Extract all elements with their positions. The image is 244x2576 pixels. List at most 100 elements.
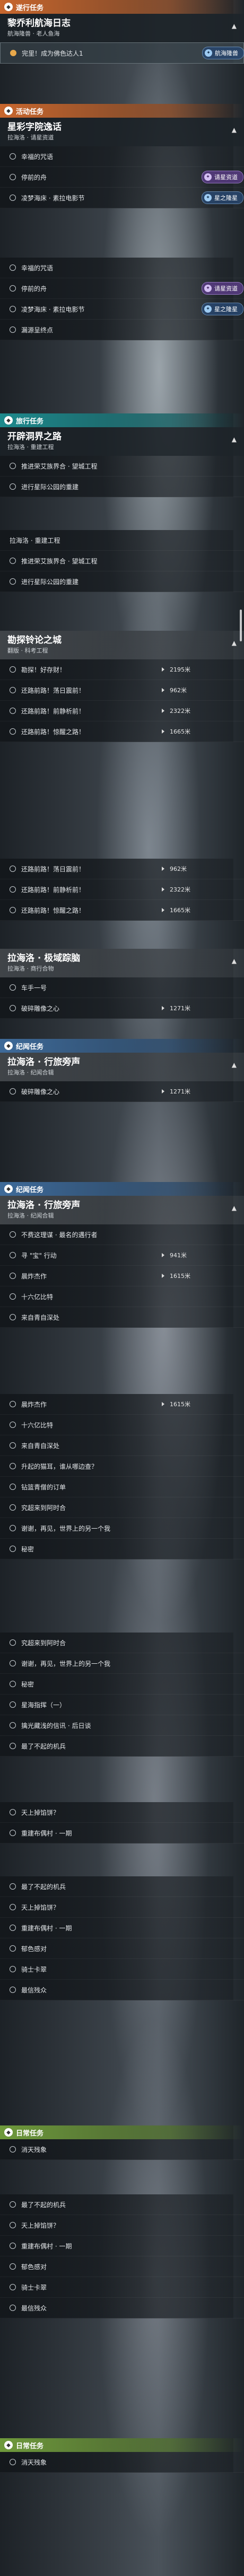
- objective-row[interactable]: 究超来到阿时合: [0, 1497, 244, 1518]
- objective-row[interactable]: 凌梦海床 · 素拉电影节 ✦ 星之隆星: [0, 188, 244, 208]
- objective-row[interactable]: 骑士卡翠: [0, 2277, 244, 2298]
- chevron-icon[interactable]: ▲: [232, 957, 237, 965]
- section-header-record[interactable]: ◆ 纪闻任务: [0, 1182, 244, 1196]
- region-tag[interactable]: ✦ 请星资道: [202, 171, 243, 183]
- chevron-icon[interactable]: ▲: [232, 22, 237, 30]
- objective-row[interactable]: 重建布偶村 · 一期: [0, 2236, 244, 2256]
- objective-row[interactable]: 还路前路！惊醒之路！ 1665米: [0, 721, 244, 742]
- objective-row[interactable]: 消天残象: [0, 2139, 244, 2160]
- objective-row[interactable]: 凌梦海床 · 素拉电影节 ✦ 星之隆星: [0, 299, 244, 320]
- quest-title-voyage_a[interactable]: 拉海洛 · 行旅旁声 拉海洛 · 纪闻合辑 ▲: [0, 1053, 244, 1081]
- objective-row[interactable]: 星海指挥（一）: [0, 1695, 244, 1715]
- section-header-daily[interactable]: ◆ 日常任务: [0, 2438, 244, 2452]
- region-tag-label: 星之隆星: [214, 195, 238, 201]
- objective-row[interactable]: 究超来到阿时合: [0, 1633, 244, 1653]
- objective-row[interactable]: 最了不起的机兵: [0, 1736, 244, 1757]
- quest-panel: ◆ 纪闻任务 拉海洛 · 行旅旁声 拉海洛 · 纪闻合辑 ▲ 破碎雕像之心 12…: [0, 1039, 244, 1102]
- section-header-daily[interactable]: ◆ 日常任务: [0, 2125, 244, 2139]
- chevron-icon[interactable]: ▲: [232, 1061, 237, 1069]
- objective-label: 车手一号: [21, 984, 47, 992]
- section-header-record[interactable]: ◆ 纪闻任务: [0, 1039, 244, 1053]
- objective-row[interactable]: 还路前路！前静析前！ 2322米: [0, 879, 244, 900]
- region-tag[interactable]: ✦ 星之隆星: [202, 191, 243, 204]
- objective-row[interactable]: 十六亿比特: [0, 1286, 244, 1307]
- section-header-activity[interactable]: ◆ 活动任务: [0, 104, 244, 118]
- chevron-icon[interactable]: ▲: [232, 436, 237, 443]
- objective-row[interactable]: 幸福的咒语: [0, 146, 244, 167]
- objective-status-icon: [10, 1401, 16, 1407]
- objective-row[interactable]: 天上掉馅饼？: [0, 2215, 244, 2236]
- objective-row[interactable]: 漏源呈终点: [0, 320, 244, 340]
- objective-row[interactable]: 最信残众: [0, 2298, 244, 2318]
- quest-title-open_world_a[interactable]: 开辟洞界之路 拉海洛 · 重建工程 ▲: [0, 427, 244, 456]
- objective-row[interactable]: 消天残象: [0, 2452, 244, 2473]
- quest-title-voyage_b[interactable]: 拉海洛 · 行旅旁声 拉海洛 · 纪闻合辑 ▲: [0, 1196, 244, 1224]
- objective-row[interactable]: 谢谢，再见，世界上的另一个我: [0, 1518, 244, 1539]
- quest-title-caravan[interactable]: 拉海洛 · 极域踪脑 拉海洛 · 商行合物 ▲: [0, 949, 244, 977]
- region-tag-label: 请星资道: [214, 174, 238, 181]
- objective-row[interactable]: 郁色感对: [0, 1938, 244, 1959]
- objective-row[interactable]: 还路前路！惊醒之路！ 1665米: [0, 900, 244, 921]
- objective-row[interactable]: 郁色感对: [0, 2256, 244, 2277]
- objective-row[interactable]: 车手一号: [0, 977, 244, 998]
- objective-row[interactable]: 进行星际公园的重建: [0, 477, 244, 497]
- objective-status-icon: [10, 1809, 16, 1815]
- objective-row[interactable]: 进行星际公园的重建: [0, 571, 244, 592]
- chevron-icon[interactable]: ▲: [232, 1204, 237, 1212]
- objective-label: 还路前路！前静析前！: [21, 886, 85, 894]
- quest-title-star_fest[interactable]: 星彩字院逸话 拉海洛 · 请星资道 ▲: [0, 118, 244, 146]
- section-header-travel[interactable]: ◆ 旅行任务: [0, 413, 244, 427]
- objective-row[interactable]: 晨炸杰作 1615米: [0, 1394, 244, 1415]
- objective-row[interactable]: 推进荣艾族界合 · 望城工程: [0, 551, 244, 571]
- quest-panel: 最了不起的机兵 天上掉馅饼？ 重建布偶村 · 一期 郁色感对 骑士卡翠 最信残众: [0, 2194, 244, 2318]
- objective-row[interactable]: 推进荣艾族界合 · 望城工程: [0, 456, 244, 477]
- objective-row[interactable]: 停前的舟 ✦ 请星资道: [0, 278, 244, 299]
- objective-row[interactable]: 破碎雕像之心 1271米: [0, 1081, 244, 1102]
- objective-row[interactable]: 还路前路！前静析前！ 2322米: [0, 701, 244, 721]
- objective-row[interactable]: 秘密: [0, 1539, 244, 1559]
- objective-row[interactable]: 重建布偶村 · 一期: [0, 1823, 244, 1843]
- objective-row[interactable]: 来自青自深处: [0, 1307, 244, 1328]
- objective-label: 升起的猫耳，谁从哪边查？: [21, 1462, 98, 1470]
- region-tag[interactable]: ✦ 请星资道: [202, 282, 243, 295]
- chevron-icon[interactable]: ▲: [232, 126, 237, 134]
- objective-row[interactable]: 骑士卡翠: [0, 1959, 244, 1980]
- quest-title-lighthouse[interactable]: 黎乔利航海日志 航海隆兽 · 老人鱼海 ▲: [0, 14, 244, 42]
- objective-row[interactable]: 擒光藏浅的信讯 · 后日谈: [0, 1715, 244, 1736]
- objective-row[interactable]: 破碎雕像之心 1271米: [0, 998, 244, 1019]
- objective-row[interactable]: 升起的猫耳，谁从哪边查？: [0, 1456, 244, 1477]
- chevron-icon[interactable]: ▲: [232, 639, 237, 647]
- objective-label: 擒光藏浅的信讯 · 后日谈: [21, 1722, 91, 1730]
- objective-row[interactable]: 秘密: [0, 1674, 244, 1695]
- objective-row[interactable]: 寻 "宝" 行动 941米: [0, 1245, 244, 1266]
- objective-row[interactable]: 钻篮青僧的订单: [0, 1477, 244, 1497]
- region-tag[interactable]: ✦ 星之隆星: [202, 303, 243, 315]
- objective-row[interactable]: 来自青自深处: [0, 1435, 244, 1456]
- objective-row[interactable]: 停前的舟 ✦ 请星资道: [0, 167, 244, 188]
- objective-row[interactable]: 还路前路！荡日震前！ 962米: [0, 859, 244, 879]
- region-tag[interactable]: ✦ 航海隆兽: [202, 47, 244, 59]
- objective-row[interactable]: 完里！成为佛色达人1 ✦ 航海隆兽: [0, 42, 244, 64]
- objective-row[interactable]: 最了不起的机兵: [0, 2194, 244, 2215]
- objective-distance: 2322米: [170, 708, 190, 714]
- objective-label: 停前的舟: [21, 285, 47, 293]
- objective-row[interactable]: 勘探！好存财！ 2195米: [0, 659, 244, 680]
- objective-row[interactable]: 最信残众: [0, 1980, 244, 2000]
- objective-row[interactable]: 最了不起的机兵: [0, 1876, 244, 1897]
- objective-status-icon: [10, 1883, 16, 1890]
- objective-row[interactable]: 幸福的咒语: [0, 258, 244, 278]
- objective-row[interactable]: 还路前路！荡日震前！ 962米: [0, 680, 244, 701]
- objective-row[interactable]: 天上掉馅饼？: [0, 1897, 244, 1918]
- quest-title-exploration[interactable]: 勘探铃论之城 翻版 · 科考工程 ▲: [0, 631, 244, 659]
- objective-row[interactable]: 不费这理谋 · 最名的遇行者: [0, 1224, 244, 1245]
- quest-panel: ◆ 遂行任务 黎乔利航海日志 航海隆兽 · 老人鱼海 ▲ 完里！成为佛色达人1 …: [0, 0, 244, 64]
- objective-row[interactable]: 晨炸杰作 1615米: [0, 1266, 244, 1286]
- objective-row[interactable]: 拉海洛 · 重建工程: [0, 530, 244, 551]
- objective-row[interactable]: 重建布偶村 · 一期: [0, 1918, 244, 1938]
- objective-label: 消天残象: [21, 2146, 47, 2154]
- objective-row[interactable]: 十六亿比特: [0, 1415, 244, 1435]
- objective-row[interactable]: 天上掉馅饼？: [0, 1802, 244, 1823]
- objective-row[interactable]: 谢谢，再见，世界上的另一个我: [0, 1653, 244, 1674]
- section-header-following[interactable]: ◆ 遂行任务: [0, 0, 244, 14]
- objective-distance: 1665米: [170, 728, 190, 735]
